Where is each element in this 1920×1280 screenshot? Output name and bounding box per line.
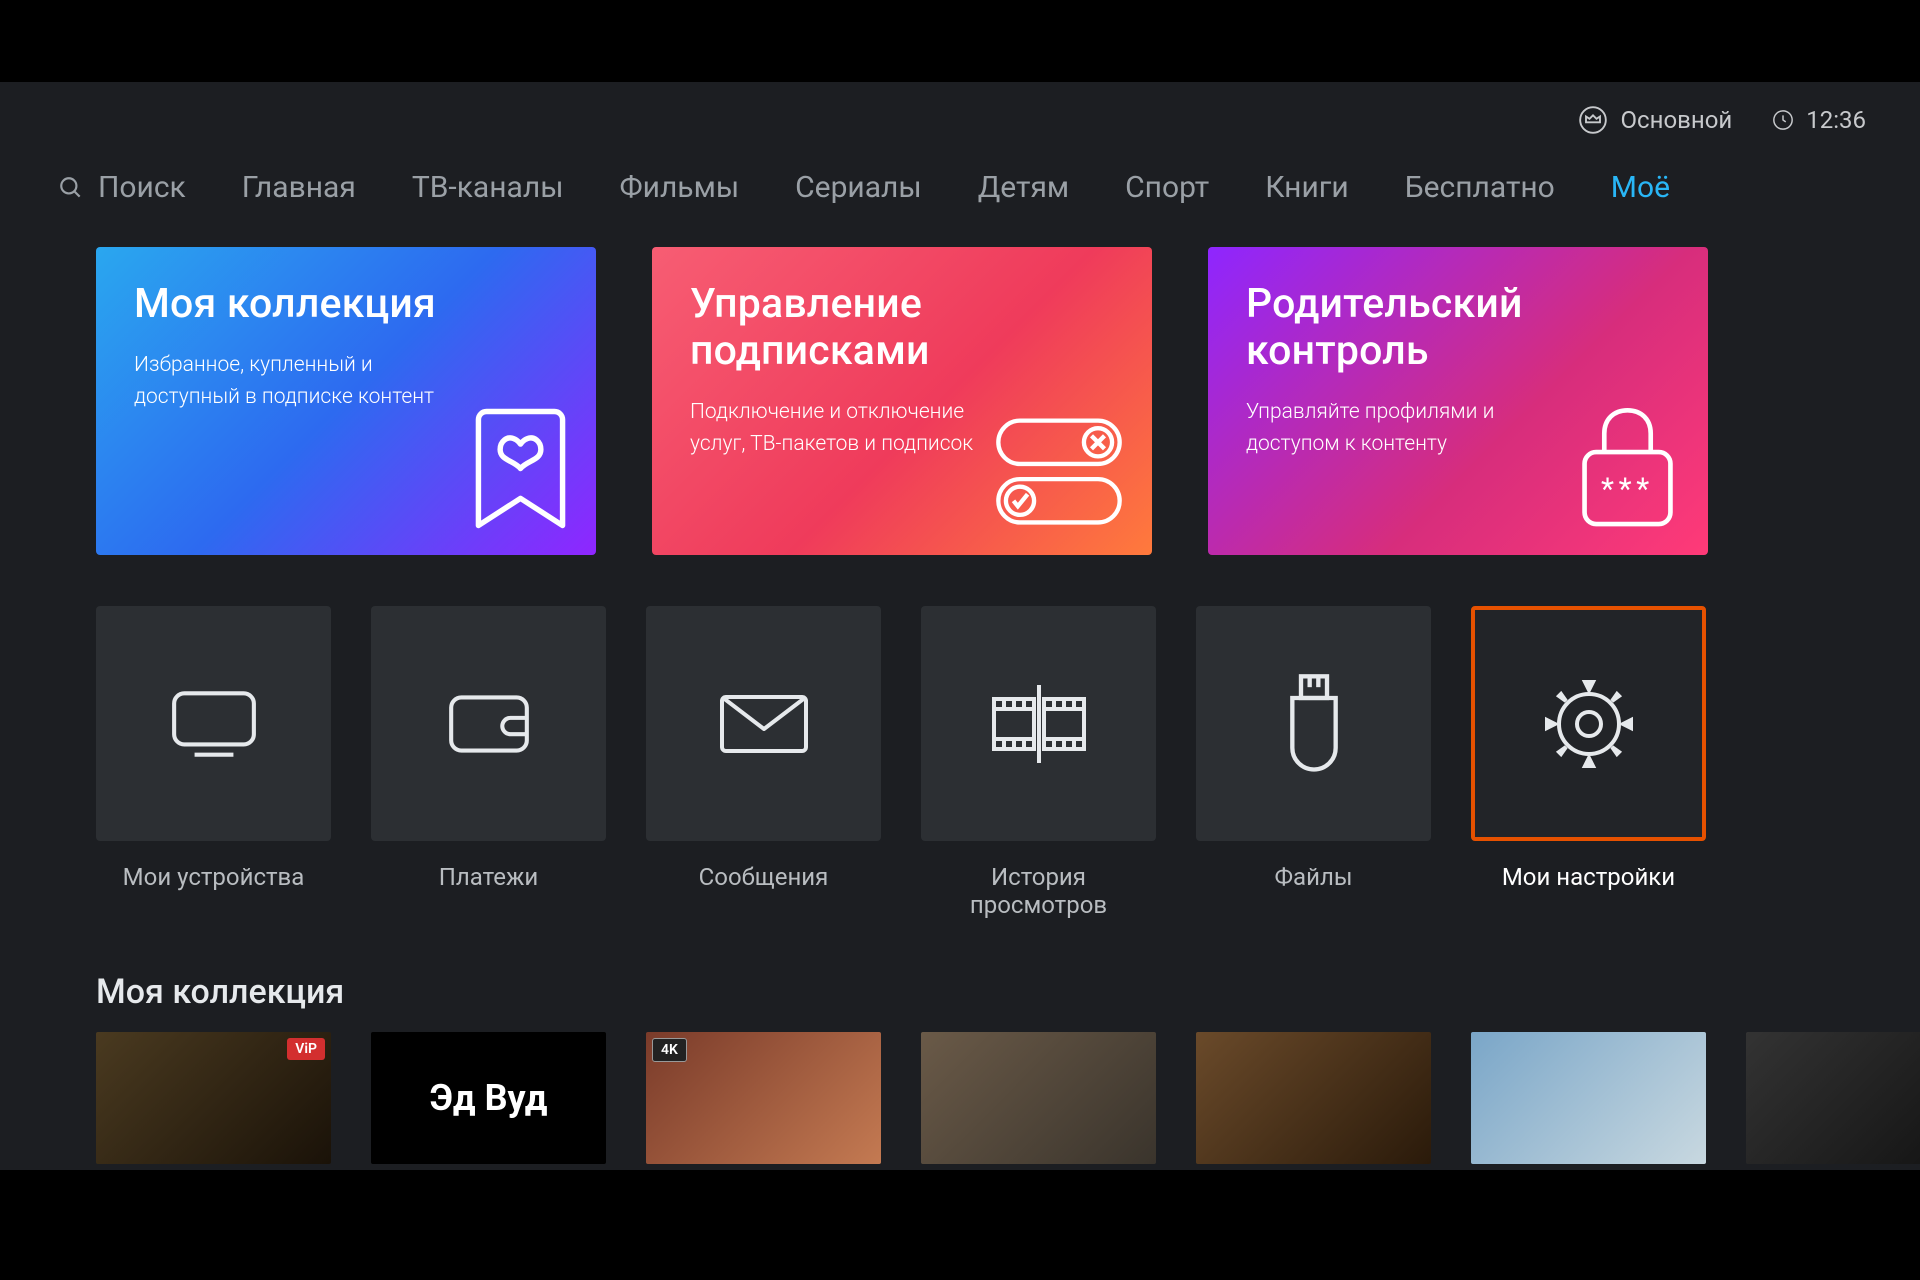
tv-icon <box>168 685 260 763</box>
nav-item-movies[interactable]: Фильмы <box>619 170 739 205</box>
tile-history-wrap: История просмотров <box>921 606 1156 919</box>
tile-payments[interactable] <box>371 606 606 841</box>
poster-item[interactable] <box>1471 1032 1706 1164</box>
poster-item[interactable]: 4K <box>646 1032 881 1164</box>
tile-files[interactable] <box>1196 606 1431 841</box>
poster-item[interactable] <box>1746 1032 1920 1164</box>
nav-item-tv[interactable]: ТВ-каналы <box>412 170 564 205</box>
card-desc: Подключение и отключение услуг, ТВ-пакет… <box>690 397 990 460</box>
bookmark-heart-icon <box>473 406 568 531</box>
poster-item[interactable] <box>1196 1032 1431 1164</box>
gear-icon <box>1541 676 1637 772</box>
card-title: Управление подписками <box>690 281 1114 375</box>
card-desc: Управляйте профилями и доступом к контен… <box>1246 397 1546 460</box>
nav-item-my[interactable]: Моё <box>1611 170 1670 205</box>
top-bar: Основной 12:36 <box>1579 106 1866 134</box>
tile-files-wrap: Файлы <box>1196 606 1431 919</box>
nav-item-books[interactable]: Книги <box>1265 170 1348 205</box>
clock-time: 12:36 <box>1806 106 1866 134</box>
big-cards-row: Моя коллекция Избранное, купленный и дос… <box>96 247 1866 555</box>
clock: 12:36 <box>1772 106 1866 134</box>
svg-text:***: *** <box>1601 473 1654 508</box>
tile-devices-wrap: Мои устройства <box>96 606 331 919</box>
main-nav: Поиск Главная ТВ-каналы Фильмы Сериалы Д… <box>58 170 1866 205</box>
card-my-collection[interactable]: Моя коллекция Избранное, купленный и дос… <box>96 247 596 555</box>
tile-label: Мои устройства <box>96 863 331 891</box>
tile-label: Файлы <box>1196 863 1431 891</box>
crown-icon <box>1579 106 1607 134</box>
tile-history[interactable] <box>921 606 1156 841</box>
card-parental-control[interactable]: Родительский контроль Управляйте профиля… <box>1208 247 1708 555</box>
lock-icon: *** <box>1575 401 1680 531</box>
nav-item-free[interactable]: Бесплатно <box>1405 170 1555 205</box>
nav-item-sport[interactable]: Спорт <box>1125 170 1209 205</box>
tile-label: История просмотров <box>921 863 1156 919</box>
usb-icon <box>1281 672 1347 776</box>
toggles-icon <box>994 411 1124 531</box>
card-title: Родительский контроль <box>1246 281 1670 375</box>
profile-indicator[interactable]: Основной <box>1579 106 1733 134</box>
nav-item-kids[interactable]: Детям <box>978 170 1069 205</box>
search-icon <box>58 175 84 201</box>
card-title: Моя коллекция <box>134 281 558 328</box>
card-desc: Избранное, купленный и доступный в подпи… <box>134 350 434 413</box>
tiles-row: Мои устройства Платежи <box>96 606 1866 919</box>
section-title: Моя коллекция <box>96 972 344 1012</box>
poster-item[interactable]: ViP <box>96 1032 331 1164</box>
tile-messages-wrap: Сообщения <box>646 606 881 919</box>
app-window: Основной 12:36 Поиск Главная ТВ-каналы Ф… <box>0 82 1920 1170</box>
tile-messages[interactable] <box>646 606 881 841</box>
tile-devices[interactable] <box>96 606 331 841</box>
tile-payments-wrap: Платежи <box>371 606 606 919</box>
badge-4k: 4K <box>652 1038 687 1062</box>
tile-label: Сообщения <box>646 863 881 891</box>
poster-item[interactable]: Эд Вуд <box>371 1032 606 1164</box>
filmstrip-icon <box>984 683 1094 765</box>
nav-search[interactable]: Поиск <box>58 170 186 205</box>
card-subscriptions[interactable]: Управление подписками Подключение и откл… <box>652 247 1152 555</box>
nav-item-home[interactable]: Главная <box>242 170 356 205</box>
tile-label: Платежи <box>371 863 606 891</box>
clock-icon <box>1772 109 1794 131</box>
nav-item-series[interactable]: Сериалы <box>795 170 922 205</box>
tile-label: Мои настройки <box>1471 863 1706 891</box>
poster-item[interactable] <box>921 1032 1156 1164</box>
wallet-icon <box>443 685 535 763</box>
mail-icon <box>716 689 812 759</box>
tile-settings-wrap: Мои настройки <box>1471 606 1706 919</box>
tile-settings[interactable] <box>1471 606 1706 841</box>
badge-vip: ViP <box>287 1038 325 1060</box>
nav-search-label: Поиск <box>98 170 186 205</box>
poster-row: ViP Эд Вуд 4K <box>96 1032 1920 1164</box>
poster-title: Эд Вуд <box>430 1077 548 1119</box>
profile-label: Основной <box>1621 106 1733 134</box>
